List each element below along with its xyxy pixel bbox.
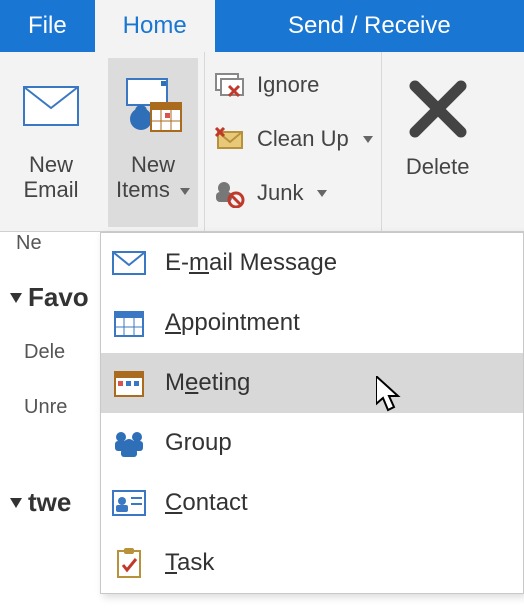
ribbon-tabs: File Home Send / Receive xyxy=(0,0,524,52)
delete-label: Delete xyxy=(406,154,470,180)
ignore-icon xyxy=(213,68,247,102)
calendar-icon xyxy=(111,305,147,341)
menu-item-label: Task xyxy=(165,549,214,577)
junk-button[interactable]: Junk xyxy=(213,172,327,214)
clean-up-icon xyxy=(213,122,247,156)
task-icon xyxy=(111,545,147,581)
menu-item-label: Contact xyxy=(165,489,248,517)
group-new-items: NewItems xyxy=(102,52,205,231)
group-icon xyxy=(111,425,147,461)
new-items-label: NewItems xyxy=(116,152,190,203)
chevron-down-icon xyxy=(317,190,327,197)
envelope-icon xyxy=(111,245,147,281)
new-items-icon xyxy=(121,74,185,138)
meeting-icon xyxy=(111,365,147,401)
group-delete-tools: Ignore Clean Up xyxy=(205,52,382,231)
tab-file[interactable]: File xyxy=(0,0,95,52)
junk-icon xyxy=(213,176,247,210)
ignore-label: Ignore xyxy=(257,72,319,98)
clean-up-label: Clean Up xyxy=(257,126,349,152)
new-items-button[interactable]: NewItems xyxy=(108,58,198,227)
menu-item-group[interactable]: Group xyxy=(101,413,523,473)
delete-icon xyxy=(403,74,473,144)
junk-label: Junk xyxy=(257,180,303,206)
new-email-label: NewEmail xyxy=(23,152,78,203)
envelope-icon xyxy=(19,74,83,138)
menu-item-appointment[interactable]: Appointment xyxy=(101,293,523,353)
group-new-email: NewEmail xyxy=(0,52,102,231)
new-email-button[interactable]: NewEmail xyxy=(6,58,96,227)
menu-item-label: E-mail Message xyxy=(165,249,337,277)
chevron-down-icon xyxy=(363,136,373,143)
menu-item-label: Appointment xyxy=(165,309,300,337)
ignore-button[interactable]: Ignore xyxy=(213,64,319,106)
tab-home[interactable]: Home xyxy=(95,0,215,52)
menu-item-email[interactable]: E-mail Message xyxy=(101,233,523,293)
tab-send-receive[interactable]: Send / Receive xyxy=(215,0,524,52)
expand-icon xyxy=(10,498,22,508)
chevron-down-icon xyxy=(180,188,190,195)
menu-item-label: Meeting xyxy=(165,369,250,397)
group-delete: Delete xyxy=(382,52,494,231)
menu-item-task[interactable]: Task xyxy=(101,533,523,593)
delete-button[interactable]: Delete xyxy=(388,58,488,180)
clean-up-button[interactable]: Clean Up xyxy=(213,118,373,160)
contact-icon xyxy=(111,485,147,521)
menu-item-label: Group xyxy=(165,429,232,457)
menu-item-meeting[interactable]: Meeting xyxy=(101,353,523,413)
ribbon: NewEmail NewItems xyxy=(0,52,524,232)
new-items-menu: E-mail Message Appointment Meeting xyxy=(100,232,524,594)
expand-icon xyxy=(10,293,22,303)
menu-item-contact[interactable]: Contact xyxy=(101,473,523,533)
